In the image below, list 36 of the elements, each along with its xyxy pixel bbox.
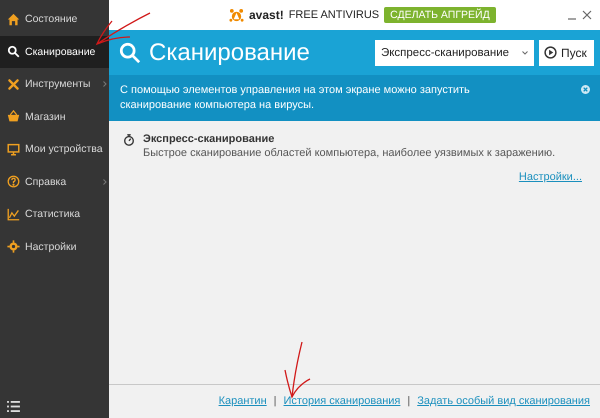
sidebar-item[interactable]: Инструменты [0,68,109,100]
chart-icon [7,208,20,221]
list-icon[interactable] [7,401,20,412]
close-icon[interactable] [581,85,590,94]
basket-icon [7,110,20,124]
caret-icon [522,50,528,54]
sidebar-item[interactable]: Магазин [0,100,109,133]
tools-icon [7,78,20,91]
separator: | [274,394,277,406]
search-icon [7,45,20,58]
sidebar-item[interactable]: Сканирование [0,36,109,68]
start-button[interactable]: Пуск [539,40,594,66]
stopwatch-icon [123,134,135,146]
help-icon [7,175,20,188]
sidebar-item[interactable]: Настройки [0,230,109,263]
product-name: FREE ANTIVIRUS [288,9,380,21]
search-icon [119,42,141,64]
sidebar-item[interactable]: Справка [0,166,109,198]
scan-title: Экспресс-сканирование [143,133,276,145]
chevron-icon [103,178,107,184]
info-text: С помощью элементов управления на этом экране можно запустить сканирование компьютера на вирусы. [120,83,471,113]
logo-text: avast! [249,8,284,22]
scan-type-dropdown[interactable]: Экспресс-сканирование [375,40,534,66]
scan-description: Быстрое сканирование областей компьютера, наиболее уязвимых к заражению. [143,147,556,159]
separator: | [407,394,410,406]
page-title: Сканирование [149,38,310,66]
monitor-icon [7,142,20,156]
sidebar-item[interactable]: Состояние [0,3,109,36]
logo-icon [229,8,244,22]
play-icon [544,46,557,59]
settings-icon [7,240,20,254]
home-icon [7,12,20,26]
sidebar-item[interactable]: Мои устройства [0,133,109,166]
sidebar-item[interactable]: Статистика [0,198,109,230]
close-icon[interactable] [582,10,592,20]
chevron-icon [103,81,107,87]
